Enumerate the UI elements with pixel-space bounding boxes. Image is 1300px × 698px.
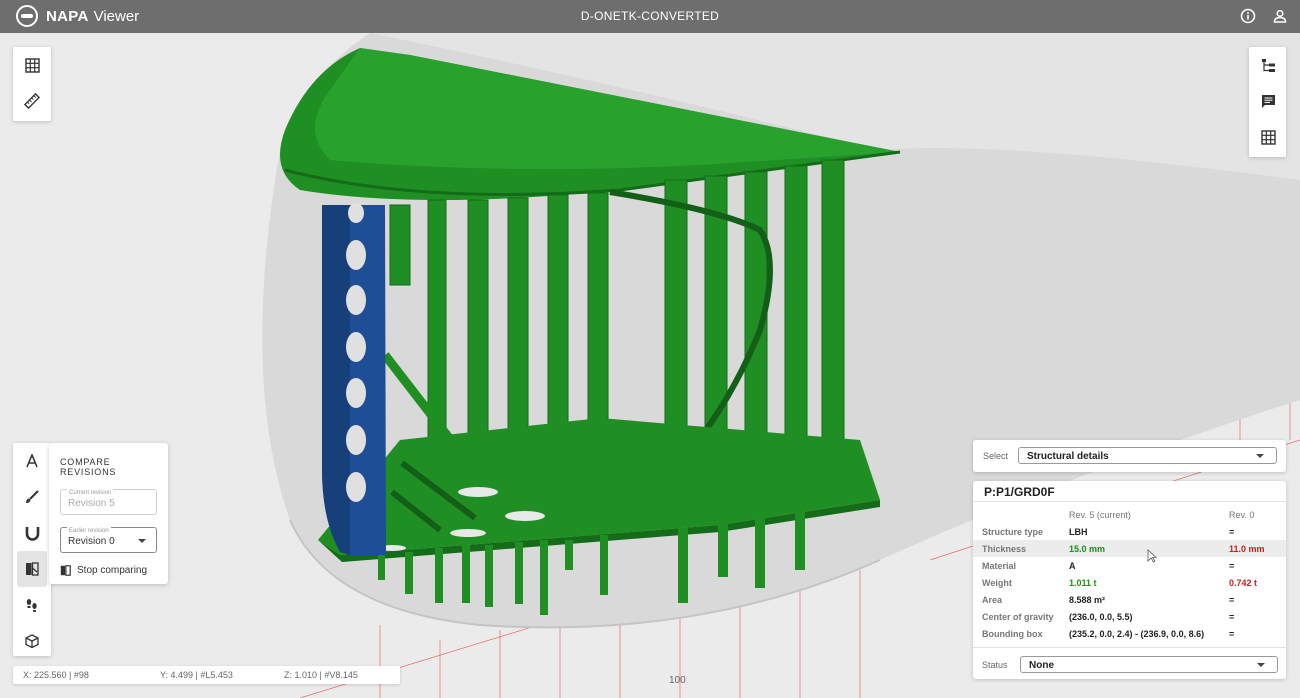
properties-table: Rev. 5 (current) Rev. 0 Structure type L…: [973, 506, 1286, 642]
right-toolbar: [1249, 47, 1286, 157]
select-dropdown[interactable]: Structural details: [1018, 447, 1277, 464]
table-header-row: Rev. 5 (current) Rev. 0: [973, 506, 1286, 523]
stop-comparing-button[interactable]: Stop comparing: [60, 565, 157, 576]
axis-tick-label: 100: [669, 675, 686, 686]
compare-revisions-icon: [60, 565, 71, 576]
property-name: Structure type: [982, 526, 1044, 537]
table-row[interactable]: Material A =: [973, 557, 1286, 574]
chevron-down-icon: [138, 539, 146, 543]
property-name: Thickness: [973, 540, 1069, 557]
table-row[interactable]: Structure type LBH =: [973, 523, 1286, 540]
table-row[interactable]: Weight 1.011 t 0.742 t: [973, 574, 1286, 591]
column-header-current: Rev. 5 (current): [1069, 509, 1131, 520]
table-row[interactable]: Thickness 15.0 mm 11.0 mm: [973, 540, 1286, 557]
status-value: None: [1029, 660, 1054, 671]
property-current: 8.588 m²: [1069, 594, 1106, 605]
table-grid-icon[interactable]: [13, 47, 51, 83]
earlier-revision-label: Earlier revision: [67, 527, 111, 535]
app-header: NAPA Viewer D-ONETK-CONVERTED: [0, 0, 1300, 33]
info-icon[interactable]: [1239, 7, 1257, 25]
compare-panel-title: COMPARE REVISIONS: [60, 457, 117, 477]
chevron-down-icon: [1257, 663, 1265, 667]
left-top-toolbar: [13, 47, 51, 121]
stop-comparing-label: Stop comparing: [77, 565, 148, 576]
property-current: 1.011 t: [1069, 577, 1097, 588]
brush-icon[interactable]: [13, 479, 51, 515]
coordinates-readout: X: 225.560 | #98 Y: 4.499 | #L5.453 Z: 1…: [13, 666, 400, 684]
property-earlier: =: [1229, 611, 1235, 622]
document-title: D-ONETK-CONVERTED: [580, 9, 720, 23]
current-revision-value: Revision 5: [68, 498, 115, 509]
magnet-icon[interactable]: [13, 515, 51, 551]
property-earlier: =: [1229, 526, 1235, 537]
property-earlier: =: [1229, 594, 1235, 605]
earlier-revision-dropdown[interactable]: Earlier revision Revision 0: [60, 527, 157, 553]
property-current: LBH: [1069, 526, 1088, 537]
property-earlier: =: [1229, 628, 1235, 639]
footsteps-icon[interactable]: [13, 587, 51, 623]
property-current: (236.0, 0.0, 5.5): [1069, 611, 1133, 622]
property-current: (235.2, 0.0, 2.4) - (236.9, 0.0, 8.6): [1069, 628, 1205, 639]
property-name: Material: [982, 560, 1017, 571]
table-grid-icon[interactable]: [1249, 119, 1287, 155]
left-bottom-toolbar: [13, 443, 51, 656]
comment-icon[interactable]: [1249, 83, 1287, 119]
property-earlier: =: [1229, 560, 1235, 571]
property-name: Bounding box: [982, 628, 1043, 639]
chevron-down-icon: [1256, 454, 1264, 458]
select-value: Structural details: [1027, 451, 1109, 462]
status-dropdown[interactable]: None: [1020, 656, 1278, 673]
property-name: Area: [982, 594, 1003, 605]
earlier-revision-value: Revision 0: [68, 536, 115, 547]
details-panel: P:P1/GRD0F Rev. 5 (current) Rev. 0 Struc…: [973, 481, 1286, 679]
table-row[interactable]: Center of gravity (236.0, 0.0, 5.5) =: [973, 608, 1286, 625]
coord-y: Y: 4.499 | #L5.453: [160, 670, 233, 680]
cursor-icon: [1147, 549, 1157, 563]
status-row: Status None: [973, 655, 1286, 675]
current-revision-field: Current revision Revision 5: [60, 489, 157, 515]
ruler-icon[interactable]: [13, 83, 51, 119]
tree-structure-icon[interactable]: [1249, 47, 1287, 83]
details-title: P:P1/GRD0F: [984, 485, 1055, 499]
column-header-earlier: Rev. 0: [1229, 509, 1255, 520]
user-icon[interactable]: [1271, 7, 1289, 25]
select-panel: Select Structural details: [973, 440, 1286, 472]
text-tool-icon[interactable]: [13, 443, 51, 479]
property-earlier: 0.742 t: [1229, 577, 1258, 588]
property-earlier: 11.0 mm: [1229, 540, 1286, 557]
cube-icon[interactable]: [13, 623, 51, 659]
coord-z: Z: 1.010 | #V8.145: [284, 670, 358, 680]
select-label: Select: [983, 451, 1009, 461]
current-revision-label: Current revision: [67, 489, 114, 497]
property-name: Weight: [982, 577, 1012, 588]
table-row[interactable]: Bounding box (235.2, 0.0, 2.4) - (236.9,…: [973, 625, 1286, 642]
divider: [973, 647, 1286, 648]
status-label: Status: [982, 660, 1008, 670]
divider: [973, 501, 1286, 502]
table-row[interactable]: Area 8.588 m² =: [973, 591, 1286, 608]
compare-revisions-panel: COMPARE REVISIONS Current revision Revis…: [49, 443, 168, 584]
coord-x: X: 225.560 | #98: [23, 670, 89, 680]
property-name: Center of gravity: [982, 611, 1054, 622]
compare-revisions-icon[interactable]: [17, 551, 47, 587]
